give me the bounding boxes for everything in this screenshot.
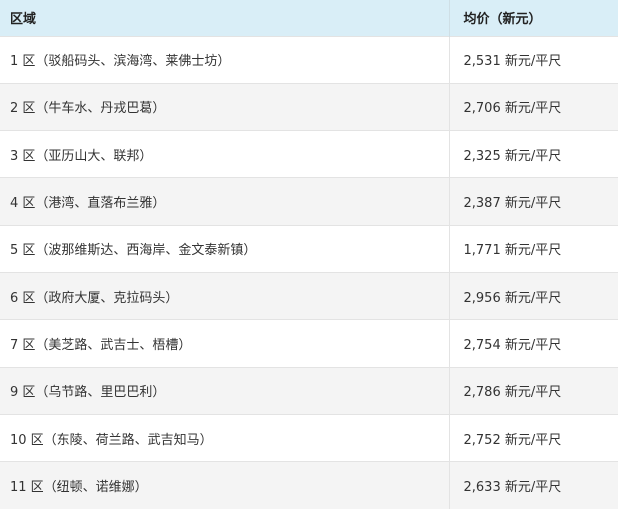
table-row: 2 区（牛车水、丹戎巴葛） 2,706 新元/平尺: [0, 82, 618, 131]
table-row: 7 区（美芝路、武吉士、梧槽） 2,754 新元/平尺: [0, 319, 618, 368]
price-cell: 2,387 新元/平尺: [449, 177, 618, 226]
table-header: 区域 均价（新元）: [0, 0, 618, 36]
table-row: 5 区（波那维斯达、西海岸、金文泰新镇） 1,771 新元/平尺: [0, 224, 618, 273]
header-district: 区域: [0, 0, 450, 36]
district-cell: 7 区（美芝路、武吉士、梧槽）: [0, 319, 450, 368]
header-average-price: 均价（新元）: [449, 0, 618, 36]
table-row: 6 区（政府大厦、克拉码头） 2,956 新元/平尺: [0, 271, 618, 320]
table-row: 1 区（驳船码头、滨海湾、莱佛士坊） 2,531 新元/平尺: [0, 35, 618, 84]
price-cell: 2,706 新元/平尺: [449, 82, 618, 131]
district-price-table: 区域 均价（新元） 1 区（驳船码头、滨海湾、莱佛士坊） 2,531 新元/平尺…: [0, 0, 618, 509]
price-cell: 2,754 新元/平尺: [449, 319, 618, 368]
district-cell: 10 区（东陵、荷兰路、武吉知马）: [0, 413, 450, 462]
district-cell: 2 区（牛车水、丹戎巴葛）: [0, 82, 450, 131]
district-cell: 3 区（亚历山大、联邦）: [0, 130, 450, 178]
table-row: 9 区（乌节路、里巴巴利） 2,786 新元/平尺: [0, 366, 618, 415]
table-row: 3 区（亚历山大、联邦） 2,325 新元/平尺: [0, 130, 618, 178]
table-body: 1 区（驳船码头、滨海湾、莱佛士坊） 2,531 新元/平尺 2 区（牛车水、丹…: [0, 35, 618, 509]
district-cell: 9 区（乌节路、里巴巴利）: [0, 366, 450, 415]
price-cell: 2,786 新元/平尺: [449, 366, 618, 415]
district-cell: 5 区（波那维斯达、西海岸、金文泰新镇）: [0, 224, 450, 273]
header-row: 区域 均价（新元）: [0, 0, 618, 36]
price-cell: 2,956 新元/平尺: [449, 271, 618, 320]
table-row: 10 区（东陵、荷兰路、武吉知马） 2,752 新元/平尺: [0, 413, 618, 462]
district-cell: 11 区（纽顿、诺维娜）: [0, 461, 450, 509]
price-cell: 2,633 新元/平尺: [449, 461, 618, 509]
table-row: 11 区（纽顿、诺维娜） 2,633 新元/平尺: [0, 461, 618, 509]
price-cell: 2,325 新元/平尺: [449, 130, 618, 178]
table-row: 4 区（港湾、直落布兰雅） 2,387 新元/平尺: [0, 177, 618, 226]
price-cell: 2,752 新元/平尺: [449, 413, 618, 462]
price-cell: 1,771 新元/平尺: [449, 224, 618, 273]
district-cell: 6 区（政府大厦、克拉码头）: [0, 271, 450, 320]
price-cell: 2,531 新元/平尺: [449, 35, 618, 84]
district-cell: 1 区（驳船码头、滨海湾、莱佛士坊）: [0, 35, 450, 84]
price-table-container: 区域 均价（新元） 1 区（驳船码头、滨海湾、莱佛士坊） 2,531 新元/平尺…: [0, 0, 618, 510]
district-cell: 4 区（港湾、直落布兰雅）: [0, 177, 450, 226]
